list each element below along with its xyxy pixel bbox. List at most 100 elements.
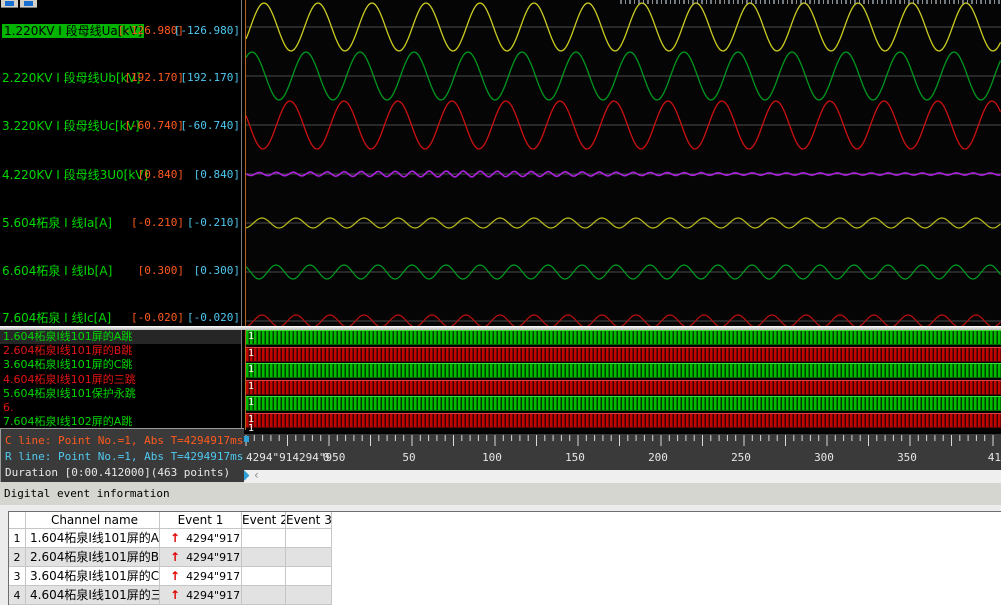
digital-channel-label[interactable]: 1.604柘泉Ⅰ线101屏的A跳 <box>0 330 241 344</box>
row-event1: ↑ 4294"917 ms <box>160 529 242 548</box>
duration-status: Duration [0:00.412000](463 points) <box>5 466 230 479</box>
digital-bar-area: 111111 <box>246 330 1001 430</box>
row-event3 <box>286 567 332 586</box>
cursor-status-panel: C line: Point No.=1, Abs T=4294917ms, Re… <box>0 428 244 482</box>
c-cursor-line[interactable] <box>245 0 246 430</box>
row-event3 <box>286 586 332 605</box>
c-cursor-value: [0.300] <box>138 264 184 278</box>
toolbar-button-prev[interactable] <box>1 0 18 8</box>
row-event1: ↑ 4294"917 ms <box>160 586 242 605</box>
event1-time: 4294"917 ms <box>186 532 242 545</box>
r-line-status: R line: Point No.=1, Abs T=4294917ms, Re… <box>5 450 244 463</box>
scroll-left-icon[interactable]: ‹ <box>254 469 259 482</box>
event1-time: 4294"917 ms <box>186 551 242 564</box>
r-cursor-value: [0.300] <box>194 264 240 278</box>
digital-channel-panel: 1.604柘泉Ⅰ线101屏的A跳2.604柘泉Ⅰ线101屏的B跳3.604柘泉Ⅰ… <box>0 330 241 430</box>
c-cursor-value: [0.840] <box>138 168 184 182</box>
event-table-row[interactable]: 33.604柘泉Ⅰ线101屏的C跳↑4294"917 ms <box>9 567 1001 586</box>
digital-channel-label[interactable]: 2.604柘泉Ⅰ线101屏的B跳 <box>0 344 241 358</box>
header-channel-name: Channel name <box>26 512 160 529</box>
analog-channel-row[interactable]: 2.220KV Ⅰ 段母线Ub[kV][192.170][192.170] <box>0 71 241 85</box>
axis-tick-label: 150 <box>565 451 585 464</box>
event-table-row[interactable]: 11.604柘泉Ⅰ线101屏的A跳 ↑ 4294"917 ms <box>9 529 1001 548</box>
row-event1: ↑4294"917 ms <box>160 567 242 586</box>
analog-channel-row[interactable]: 5.604柘泉 Ⅰ 线Ia[A] [-0.210][-0.210] <box>0 216 241 230</box>
row-number: 1 <box>9 529 26 548</box>
c-cursor-value: [-0.020] <box>131 311 184 325</box>
analog-channel-label[interactable]: 4.220KV Ⅰ 段母线3U0[kV] <box>2 168 148 182</box>
axis-tick-label: 50 <box>402 451 415 464</box>
event-table-header: Channel name Event 1 Event 2 Event 3 <box>9 512 1001 529</box>
event-table-row[interactable]: 22.604柘泉Ⅰ线101屏的B跳↑4294"917 ms <box>9 548 1001 567</box>
panel-divider <box>241 0 242 430</box>
axis-tick-label: 300 <box>814 451 834 464</box>
r-cursor-value: [0.840] <box>194 168 240 182</box>
digital-channel-bar: 1 <box>246 363 1001 378</box>
clipped-title-text <box>620 0 1001 4</box>
c-cursor-value: [192.170] <box>124 71 184 85</box>
analog-channel-panel: 1.220KV Ⅰ 段母线Ua[kV][-126.980][-126.980] 2… <box>0 0 241 326</box>
row-event2 <box>242 548 286 567</box>
toolbar-button-next[interactable] <box>20 0 37 8</box>
r-cursor-value: [-0.210] <box>187 216 240 230</box>
row-number: 2 <box>9 548 26 567</box>
event-info-bar: Digital event information <box>0 482 1001 506</box>
row-event1: ↑ 4294"917 ms <box>160 548 242 567</box>
analog-digital-divider <box>0 326 1001 330</box>
axis-tick-label: 100 <box>482 451 502 464</box>
waveform-area[interactable] <box>246 0 1001 326</box>
waveform-canvas <box>246 0 1001 326</box>
rising-edge-icon: ↑ <box>170 531 180 545</box>
analog-channel-label[interactable]: 3.220KV Ⅰ 段母线Uc[kV] <box>2 119 140 133</box>
digital-channel-bar: 1 <box>246 380 1001 395</box>
rising-edge-icon: ↑ <box>170 569 180 583</box>
cursor-flag-icon[interactable] <box>244 436 249 442</box>
row-event3 <box>286 529 332 548</box>
blue-arrow-icon <box>24 1 33 6</box>
event-table-row[interactable]: 44.604柘泉Ⅰ线101屏的三跳↑4294"917 ms <box>9 586 1001 605</box>
row-event3 <box>286 548 332 567</box>
digital-bar-7-value: 1 <box>248 423 254 434</box>
digital-channel-bar: 1 <box>246 347 1001 362</box>
digital-channel-bar: 1 <box>246 396 1001 411</box>
wave-analysis-window: 1.220KV Ⅰ 段母线Ua[kV][-126.980][-126.980] 2… <box>0 0 1001 605</box>
event-table-pane: Channel name Event 1 Event 2 Event 3 11.… <box>0 505 1001 605</box>
analog-channel-label[interactable]: 6.604柘泉 Ⅰ 线Ib[A] <box>2 264 112 278</box>
analog-channel-row[interactable]: 1.220KV Ⅰ 段母线Ua[kV][-126.980][-126.980] <box>0 24 241 38</box>
header-num <box>9 512 26 529</box>
axis-tick-label: 250 <box>731 451 751 464</box>
analog-channel-row[interactable]: 3.220KV Ⅰ 段母线Uc[kV][-60.740][-60.740] <box>0 119 241 133</box>
axis-start-time-label: 4294"914294"950 <box>246 451 345 464</box>
row-number: 3 <box>9 567 26 586</box>
axis-tick-label: 0 <box>323 451 330 464</box>
rising-edge-icon: ↑ <box>170 550 180 564</box>
row-event2 <box>242 586 286 605</box>
event1-time: 4294"917 ms <box>186 589 242 602</box>
axis-tick-label: 350 <box>897 451 917 464</box>
r-cursor-value: [-126.980] <box>174 24 240 38</box>
analog-channel-row[interactable]: 7.604柘泉 Ⅰ 线Ic[A] [-0.020][-0.020] <box>0 311 241 325</box>
axis-tick-label: 200 <box>648 451 668 464</box>
digital-bar-value: 1 <box>248 381 254 393</box>
r-cursor-value: [-0.020] <box>187 311 240 325</box>
c-cursor-value: [-0.210] <box>131 216 184 230</box>
digital-channel-label[interactable]: 6. <box>0 401 241 415</box>
horizontal-scrollbar[interactable]: ‹ <box>244 470 1001 483</box>
row-channel-name: 1.604柘泉Ⅰ线101屏的A跳 <box>26 529 160 548</box>
time-axis[interactable]: 4294"914294"950 41 0 50 100 150 200 250 300 350 <box>244 434 1001 470</box>
analog-channel-label[interactable]: 5.604柘泉 Ⅰ 线Ia[A] <box>2 216 112 230</box>
header-event2: Event 2 <box>242 512 286 529</box>
analog-channel-row[interactable]: 6.604柘泉 Ⅰ 线Ib[A] [0.300] [0.300] <box>0 264 241 278</box>
axis-end-time-label: 41 <box>988 451 1001 464</box>
digital-channel-bar: 1 <box>246 330 1001 345</box>
digital-channel-label[interactable]: 3.604柘泉Ⅰ线101屏的C跳 <box>0 358 241 372</box>
digital-channel-label[interactable]: 5.604柘泉Ⅰ线101保护永跳 <box>0 387 241 401</box>
rising-edge-icon: ↑ <box>170 588 180 602</box>
digital-channel-bar: 1 <box>246 413 1001 428</box>
analog-channel-label[interactable]: 7.604柘泉 Ⅰ 线Ic[A] <box>2 311 111 325</box>
analog-channel-label[interactable]: 2.220KV Ⅰ 段母线Ub[kV] <box>2 71 141 85</box>
blue-arrow-icon <box>5 1 14 6</box>
analog-channel-row[interactable]: 4.220KV Ⅰ 段母线3U0[kV][0.840][0.840] <box>0 168 241 182</box>
event-info-title: Digital event information <box>4 487 170 500</box>
digital-channel-label[interactable]: 4.604柘泉Ⅰ线101屏的三跳 <box>0 373 241 387</box>
